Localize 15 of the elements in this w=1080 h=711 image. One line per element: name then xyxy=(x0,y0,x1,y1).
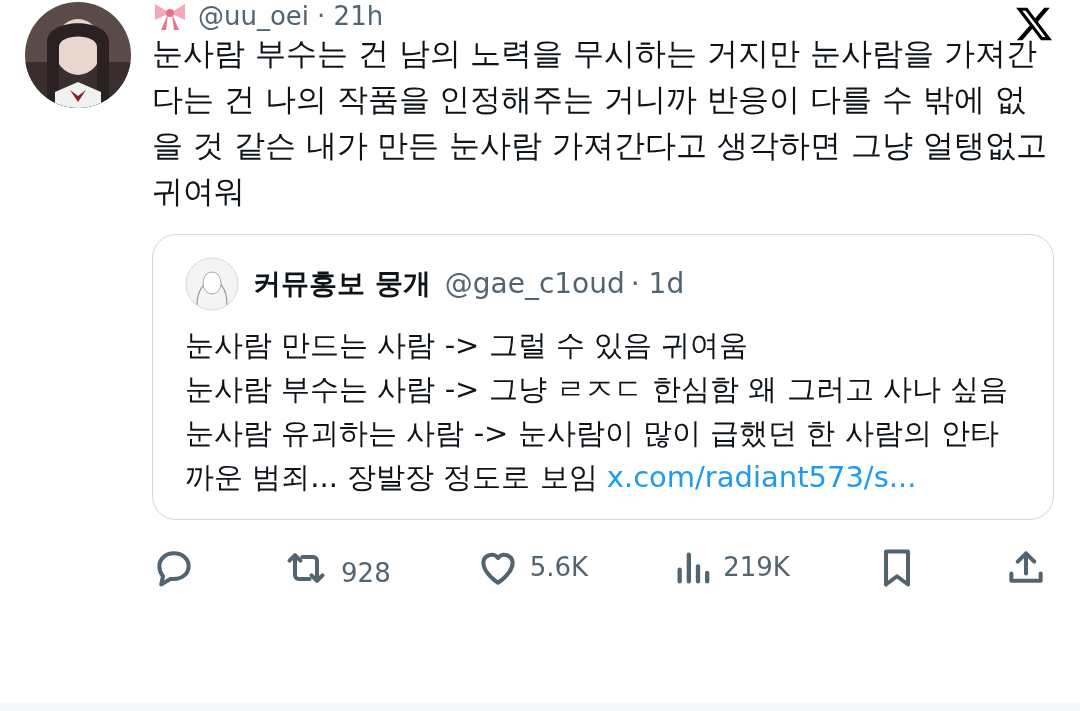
post-time: · 21h xyxy=(317,0,384,33)
action-count: 928 xyxy=(341,557,391,590)
action-count: 5.6K xyxy=(529,551,589,584)
quoted-text-line: 눈사람 유괴하는 사람 -> 눈사람이 많이 급했던 한 사람의 안타까운 범죄... 장발장 정도로 보임 x.com/radiant573/s... xyxy=(185,415,1000,496)
quoted-text-line: 눈사람 부수는 사람 -> 그냥 ㄹㅈㄷ 한심함 왜 그러고 사나 싶음 xyxy=(185,371,1009,408)
ribbon-icon xyxy=(152,1,188,31)
quoted-text-line: 눈사람 만드는 사람 -> 그럴 수 있음 귀여움 xyxy=(185,327,750,364)
quoted-post[interactable]: 커뮤홍보 뭉개 @gae_c1oud · 1d 눈사람 만드는 사람 -> 그럴 수 있음 귀여움 눈사람 부수는 사람 -> 그냥 ㄹㅈㄷ 한심함 왜 그러고 사나 싶음 눈사람 유괴하는 사람 -> 눈사람이 많이 급했던 한 사람의 안타까운 범죄... 장발장 정도로 보임 x.com/radiant573/s... xyxy=(152,234,1054,520)
quoted-user-handle[interactable]: @gae_c1oud xyxy=(444,263,625,305)
user-handle[interactable]: @uu_oei xyxy=(198,0,310,36)
quoted-author-name[interactable]: 커뮤홍보 뭉개 xyxy=(253,263,431,305)
post-text: 눈사람 부수는 건 남의 노력을 무시하는 거지만 눈사람을 가져간다는 건 나의 작품을 인정해주는 거니까 반응이 다를 수 밖에 없을 것 같슨 내가 만든 눈사람 가져간다고 생각하면 그냥 얼탱없고 귀여워 xyxy=(152,34,1048,211)
quoted-avatar xyxy=(185,257,239,311)
quoted-post-time: · 1d xyxy=(630,266,685,302)
action-count: 219K xyxy=(723,551,790,584)
